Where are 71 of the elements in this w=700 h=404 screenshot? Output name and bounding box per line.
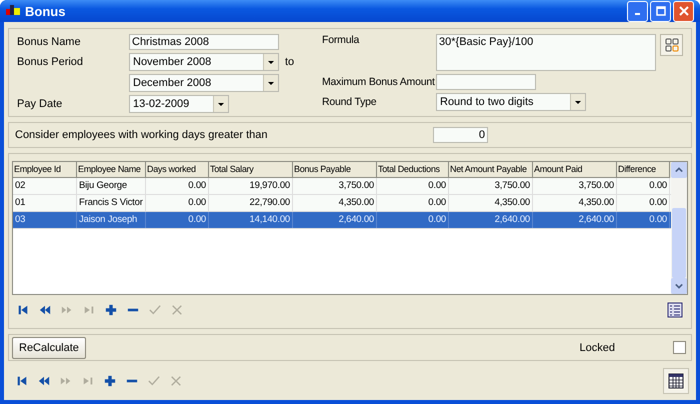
- list-view-icon[interactable]: [667, 302, 683, 318]
- first-record-icon[interactable]: [17, 304, 29, 316]
- window-title: Bonus: [25, 4, 66, 18]
- table-row[interactable]: 03 Jaison Joseph 0.00 14,140.00 2,640.00 0.00 2,640.00 2,640.00 0.00: [13, 212, 671, 229]
- table-cell: 0.00: [146, 178, 209, 194]
- table-cell: 0.00: [377, 212, 449, 228]
- field-label: Consider employees with working days greater than: [15, 129, 269, 141]
- app-icon: [6, 5, 20, 17]
- max-bonus-field[interactable]: [436, 74, 536, 90]
- table-cell: 2,640.00: [533, 212, 617, 228]
- formula-field[interactable]: 30*{Basic Pay}/100: [436, 34, 656, 71]
- field-label: Pay Date: [17, 98, 64, 110]
- pay-date-picker[interactable]: 13-02-2009: [129, 95, 229, 113]
- table-cell: Jaison Joseph: [77, 212, 146, 228]
- scroll-up-icon[interactable]: [675, 166, 683, 174]
- table-cell: 0.00: [617, 195, 670, 211]
- field-label: Formula: [322, 34, 360, 46]
- table-cell: 19,970.00: [209, 178, 293, 194]
- round-type-dropdown[interactable]: Round to two digits: [436, 93, 586, 111]
- table-cell: Biju George: [77, 178, 146, 194]
- field-label: Bonus Name: [17, 36, 82, 48]
- maximize-icon: [656, 6, 666, 16]
- table-cell: 4,350.00: [293, 195, 377, 211]
- field-label: Bonus Period: [17, 56, 84, 68]
- previous-page-icon[interactable]: [38, 375, 50, 387]
- table-icon: [668, 373, 684, 389]
- bonus-name-field[interactable]: Christmas 2008: [129, 34, 279, 50]
- field-label: to: [285, 56, 294, 68]
- locked-label: Locked: [580, 342, 615, 354]
- previous-page-icon[interactable]: [39, 304, 51, 316]
- minimize-button[interactable]: [627, 0, 648, 22]
- scrollbar[interactable]: [671, 162, 687, 294]
- minimize-icon: [635, 13, 640, 15]
- table-cell: 0.00: [617, 178, 670, 194]
- close-icon: [678, 6, 688, 16]
- grid-squares-icon: [664, 38, 678, 52]
- period-to-dropdown[interactable]: December 2008: [129, 74, 279, 92]
- table-cell: 22,790.00: [209, 195, 293, 211]
- scroll-down-icon[interactable]: [675, 282, 683, 290]
- table-cell: 4,350.00: [533, 195, 617, 211]
- field-label: Round Type: [322, 96, 378, 108]
- table-cell: 0.00: [377, 178, 449, 194]
- locked-checkbox[interactable]: [673, 341, 686, 354]
- table-cell: 0.00: [617, 212, 670, 228]
- table-cell: 3,750.00: [293, 178, 377, 194]
- table-cell: 0.00: [146, 212, 209, 228]
- recalculate-button[interactable]: ReCalculate: [12, 336, 86, 358]
- formula-builder-button[interactable]: [660, 34, 683, 56]
- table-cell: 2,640.00: [449, 212, 533, 228]
- table-cell: 02: [13, 178, 77, 194]
- table-cell: 03: [13, 212, 77, 228]
- table-cell: 3,750.00: [533, 178, 617, 194]
- first-record-icon[interactable]: [16, 375, 28, 387]
- table-row[interactable]: 02 Biju George 0.00 19,970.00 3,750.00 0.00 3,750.00 3,750.00 0.00: [13, 178, 671, 195]
- field-label: Maximum Bonus Amount: [322, 76, 436, 88]
- maximize-button[interactable]: [650, 0, 671, 22]
- table-cell: 0.00: [146, 195, 209, 211]
- table-cell: 0.00: [377, 195, 449, 211]
- table-cell: 01: [13, 195, 77, 211]
- table-cell: Francis S Victor: [77, 195, 146, 211]
- table-cell: 3,750.00: [449, 178, 533, 194]
- close-button[interactable]: [673, 0, 694, 22]
- table-cell: 4,350.00: [449, 195, 533, 211]
- add-icon[interactable]: [105, 304, 117, 316]
- period-from-dropdown[interactable]: November 2008: [129, 53, 279, 71]
- grid-view-button[interactable]: [663, 368, 689, 394]
- table-cell: 14,140.00: [209, 212, 293, 228]
- add-icon[interactable]: [104, 375, 116, 387]
- table-row[interactable]: 01 Francis S Victor 0.00 22,790.00 4,350.00 0.00 4,350.00 4,350.00 0.00: [13, 195, 671, 212]
- table-cell: 2,640.00: [293, 212, 377, 228]
- working-days-field[interactable]: 0: [433, 127, 488, 143]
